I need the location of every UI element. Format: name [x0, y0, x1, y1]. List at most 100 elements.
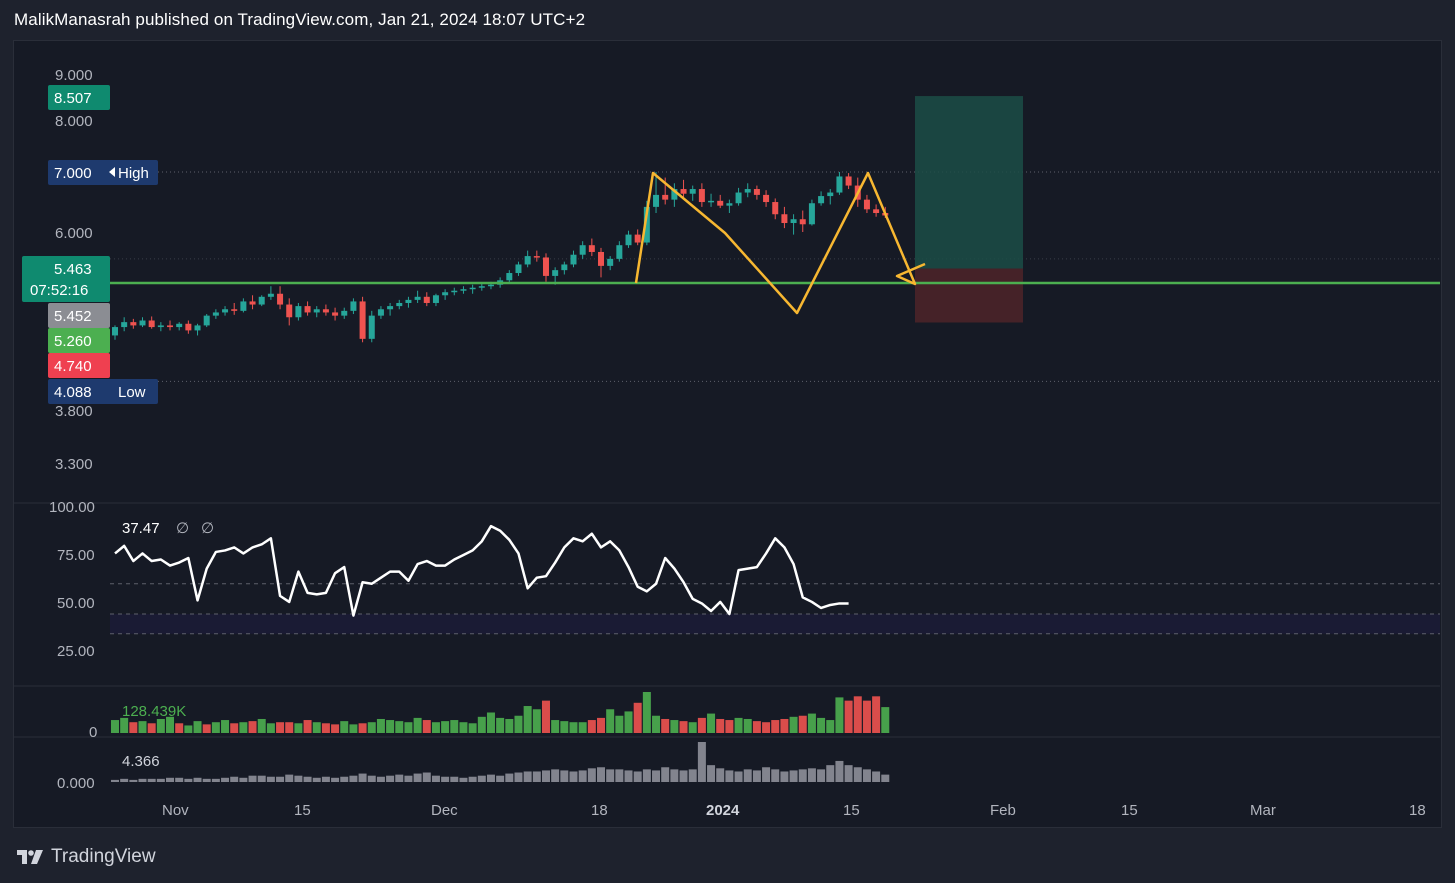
volume-bar [331, 724, 340, 733]
candle-body [258, 296, 265, 305]
volume-bar [597, 717, 606, 733]
volume-bar [221, 720, 230, 733]
volume-bar [697, 717, 706, 733]
volume-bar [862, 700, 871, 733]
volume-bar [789, 716, 798, 733]
candle-body [176, 323, 183, 328]
volume-bar [835, 697, 844, 733]
volume-bar [450, 720, 459, 733]
volume-bar [771, 720, 780, 733]
candle-body [212, 312, 219, 316]
footer-brand[interactable]: TradingView [51, 846, 156, 868]
candle-body [753, 189, 760, 195]
indicator-bar [340, 776, 349, 782]
volume-bar [844, 700, 853, 733]
indicator-bar [817, 769, 826, 782]
indicator-bar [716, 768, 725, 782]
candle-body [588, 245, 595, 252]
time-tick-mar: Mar [1250, 802, 1276, 819]
indicator-bar [266, 776, 275, 782]
volume-bar [321, 723, 330, 733]
candle-body [359, 301, 366, 339]
rsi-tick-100: 100.00 [49, 499, 95, 516]
candle-body [808, 203, 815, 225]
indicator-bar [551, 769, 560, 782]
volume-bar [807, 713, 816, 733]
candle-body [845, 176, 852, 186]
candle-body [708, 200, 715, 203]
indicator-bar [312, 777, 321, 782]
volume-bar [202, 724, 211, 733]
candle-body [836, 176, 843, 193]
candle-body [332, 312, 339, 316]
indicator-bar [661, 767, 670, 782]
candle-body [781, 214, 788, 224]
volume-bar [661, 718, 670, 733]
tradingview-logo-icon[interactable] [15, 847, 45, 867]
volume-bar [312, 722, 321, 733]
indicator-bar [422, 772, 431, 782]
bar-countdown-label: 07:52:16 [30, 282, 88, 299]
candle-body [304, 306, 311, 313]
indicator-bar [257, 775, 266, 782]
indicator-bar [734, 771, 743, 782]
volume-bar [679, 721, 688, 733]
volume-series [111, 692, 890, 733]
volume-tick-zero: 0 [89, 724, 97, 741]
indicator-bar [294, 775, 303, 782]
volume-value-label: 128.439K [122, 703, 186, 720]
volume-bar [523, 706, 532, 733]
indicator-bar [459, 777, 468, 782]
time-tick-feb: Feb [990, 802, 1016, 819]
candle-body [680, 189, 687, 194]
indicator-bar [129, 779, 138, 782]
indicator-bar [321, 776, 330, 782]
volume-bar [285, 722, 294, 733]
indicator-bar [395, 774, 404, 782]
volume-bar [670, 720, 679, 733]
volume-bar [587, 720, 596, 733]
pattern-polyline [634, 171, 926, 315]
candle-body [717, 200, 724, 206]
time-tick-jan-15: 15 [843, 802, 860, 819]
volume-bar [230, 723, 239, 733]
indicator-value-label: 4.366 [122, 753, 160, 770]
volume-bar [633, 702, 642, 733]
candle-body [460, 289, 467, 291]
indicator-bar [624, 770, 633, 782]
volume-bar [477, 716, 486, 733]
candle-body [442, 292, 449, 296]
close-price-label: 5.452 [54, 308, 92, 325]
double-top-polyline [634, 171, 926, 315]
volume-bar [606, 709, 615, 733]
volume-bar [817, 717, 826, 733]
candle-body [121, 322, 128, 328]
volume-bar [239, 722, 248, 733]
indicator-bar [450, 776, 459, 782]
indicator-bar [496, 775, 505, 782]
candle-body [157, 325, 164, 328]
candle-body [451, 290, 458, 293]
target-zone [915, 96, 1023, 269]
candle-body [570, 254, 577, 265]
candle-body [579, 245, 586, 255]
candle-body [167, 325, 174, 328]
candle-body [763, 194, 770, 203]
candle-body [662, 194, 669, 200]
price-tick-3800: 3.800 [55, 403, 93, 420]
grid-lines [14, 171, 1440, 738]
volume-bar [358, 723, 367, 733]
indicator-bar [239, 777, 248, 782]
chart-svg[interactable]: 9.000 8.000 6.000 3.800 3.300 8.507 7.00… [0, 0, 1455, 883]
candle-body [414, 296, 421, 300]
time-tick-mar-18: 18 [1409, 802, 1426, 819]
price-tick-6000: 6.000 [55, 225, 93, 242]
indicator-bar [587, 768, 596, 782]
candle-body [469, 287, 476, 290]
indicator-bar [697, 742, 706, 782]
candle-body [368, 315, 375, 339]
candle-body [387, 306, 394, 310]
indicator-bar [156, 778, 165, 782]
candle-body [524, 256, 531, 265]
low-text-label: Low [118, 384, 146, 401]
